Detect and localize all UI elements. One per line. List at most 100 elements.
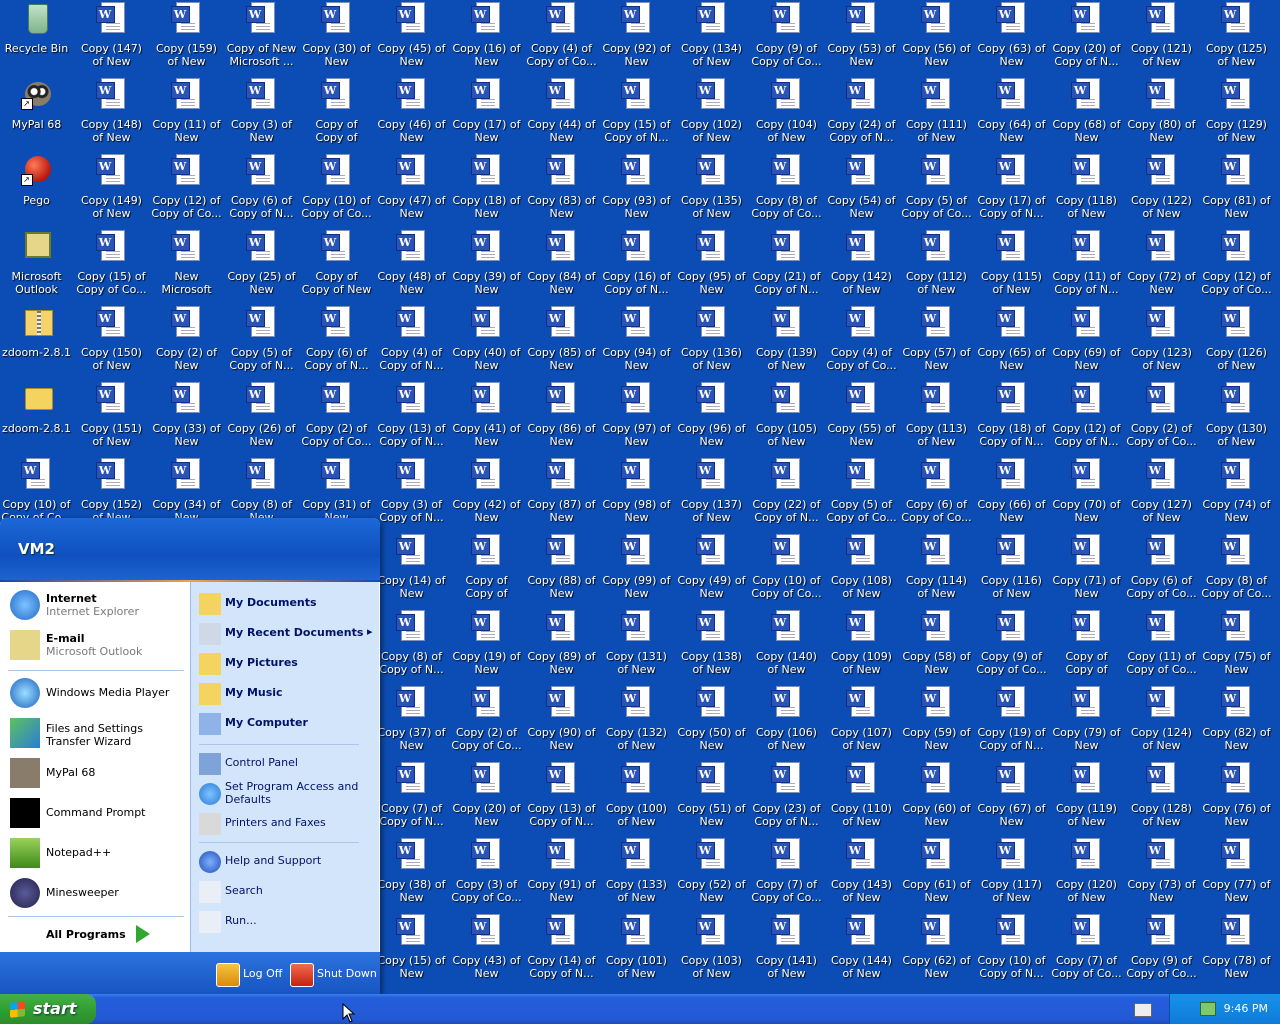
desktop-doc-icon[interactable]: W Copy (87) of New Micros...	[524, 456, 599, 532]
desktop-doc-icon[interactable]: W Copy (108) of New Micros...	[824, 532, 899, 608]
desktop-doc-icon[interactable]: W Copy (6) of Copy of N...	[224, 152, 299, 228]
desktop-doc-icon[interactable]: W Copy (70) of New Micros...	[1049, 456, 1124, 532]
desktop-doc-icon[interactable]: W Copy (19) of New Micros...	[449, 608, 524, 684]
desktop-doc-icon[interactable]: W Copy (49) of New Micros...	[674, 532, 749, 608]
desktop-doc-icon[interactable]: W Copy of New Microsoft ...	[224, 0, 299, 76]
desktop-doc-icon[interactable]: W Copy (125) of New Micros...	[1199, 0, 1274, 76]
start-place-search[interactable]: Search	[197, 880, 377, 904]
desktop-doc-icon[interactable]: W Copy (149) of New Micros...	[74, 152, 149, 228]
desktop-doc-icon[interactable]: W Copy of Copy of Copy of ...	[1049, 608, 1124, 684]
desktop-doc-icon[interactable]: W Copy (12) of Copy of Co...	[1199, 228, 1274, 304]
desktop-doc-icon[interactable]: W Copy (5) of Copy of N...	[224, 304, 299, 380]
desktop-doc-icon[interactable]: W Copy (151) of New Micros...	[74, 380, 149, 456]
desktop-doc-icon[interactable]: W Copy (147) of New Micros...	[74, 0, 149, 76]
desktop-doc-icon[interactable]: W Copy (54) of New Micros...	[824, 152, 899, 228]
desktop-doc-icon[interactable]: W Copy (45) of New Micros...	[374, 0, 449, 76]
start-item-notepad-[interactable]: Notepad++	[8, 836, 188, 872]
desktop-doc-icon[interactable]: W Copy (3) of Copy of N...	[374, 456, 449, 532]
desktop-shortcut-zip-folder[interactable]: zdoom-2.8.1	[0, 304, 74, 380]
desktop-doc-icon[interactable]: W Copy (40) of New Micros...	[449, 304, 524, 380]
desktop-doc-icon[interactable]: W Copy (4) of Copy of Co...	[824, 304, 899, 380]
desktop-doc-icon[interactable]: W Copy (150) of New Micros...	[74, 304, 149, 380]
desktop-doc-icon[interactable]: W Copy (15) of Copy of Co...	[74, 228, 149, 304]
desktop-doc-icon[interactable]: W Copy (81) of New Micros...	[1199, 152, 1274, 228]
desktop-doc-icon[interactable]: W Copy (2) of Copy of Co...	[299, 380, 374, 456]
desktop-doc-icon[interactable]: W Copy (111) of New Micros...	[899, 76, 974, 152]
desktop-doc-icon[interactable]: W Copy (123) of New Micros...	[1124, 304, 1199, 380]
desktop-doc-icon[interactable]: W Copy (48) of New Micros...	[374, 228, 449, 304]
desktop-doc-icon[interactable]: W Copy (53) of New Micros...	[824, 0, 899, 76]
desktop-doc-icon[interactable]: W Copy (63) of New Micros...	[974, 0, 1049, 76]
start-item-minesweeper[interactable]: Minesweeper	[8, 876, 188, 912]
start-item-e-mail[interactable]: E-mail Microsoft Outlook	[8, 628, 188, 664]
desktop-doc-icon[interactable]: W Copy (6) of Copy of N...	[299, 304, 374, 380]
desktop-shortcut-mypal[interactable]: ↗ MyPal 68	[0, 76, 74, 152]
desktop-shortcut-folder[interactable]: zdoom-2.8.1	[0, 380, 74, 456]
desktop-doc-icon[interactable]: W Copy (58) of New Micros...	[899, 608, 974, 684]
desktop-doc-icon[interactable]: W Copy (107) of New Micros...	[824, 684, 899, 760]
desktop-doc-icon[interactable]: W Copy (73) of New Micros...	[1124, 836, 1199, 912]
start-place-run[interactable]: Run...	[197, 910, 377, 934]
desktop-doc-icon[interactable]: W Copy (116) of New Micros...	[974, 532, 1049, 608]
desktop-doc-icon[interactable]: W Copy (17) of Copy of N...	[974, 152, 1049, 228]
desktop-doc-icon[interactable]: W Copy (25) of New Micros...	[224, 228, 299, 304]
desktop-doc-icon[interactable]: W Copy (64) of New Micros...	[974, 76, 1049, 152]
start-item-mypal-68[interactable]: MyPal 68	[8, 756, 188, 792]
desktop-doc-icon[interactable]: W Copy (67) of New Micros...	[974, 760, 1049, 836]
desktop-doc-icon[interactable]: W Copy (132) of New Micros...	[599, 684, 674, 760]
desktop-doc-icon[interactable]: W Copy (17) of New Micros...	[449, 76, 524, 152]
desktop-doc-icon[interactable]: W Copy (68) of New Micros...	[1049, 76, 1124, 152]
desktop-doc-icon[interactable]: W Copy (43) of New Micros...	[449, 912, 524, 988]
start-place-printers-and-faxes[interactable]: Printers and Faxes	[197, 812, 377, 836]
desktop-doc-icon[interactable]: W Copy (88) of New Micros...	[524, 532, 599, 608]
desktop-doc-icon[interactable]: W Copy (23) of Copy of N...	[749, 760, 824, 836]
desktop-doc-icon[interactable]: W Copy (20) of Copy of N...	[1049, 0, 1124, 76]
desktop-doc-icon[interactable]: W Copy (24) of Copy of N...	[824, 76, 899, 152]
desktop-doc-icon[interactable]: W Copy (9) of Copy of Co...	[974, 608, 1049, 684]
desktop-doc-icon[interactable]: W Copy (127) of New Micros...	[1124, 456, 1199, 532]
desktop-doc-icon[interactable]: W Copy (72) of New Micros...	[1124, 228, 1199, 304]
desktop-shortcut-recycle-bin[interactable]: Recycle Bin	[0, 0, 74, 76]
desktop-doc-icon[interactable]: W Copy (103) of New Micros...	[674, 912, 749, 988]
desktop-doc-icon[interactable]: W Copy (120) of New Micros...	[1049, 836, 1124, 912]
start-button[interactable]: start	[0, 994, 96, 1024]
desktop-doc-icon[interactable]: W Copy (122) of New Micros...	[1124, 152, 1199, 228]
desktop-doc-icon[interactable]: W Copy (13) of Copy of N...	[374, 380, 449, 456]
desktop-doc-icon[interactable]: W Copy (2) of New Micros...	[149, 304, 224, 380]
desktop-doc-icon[interactable]: W Copy (113) of New Micros...	[899, 380, 974, 456]
desktop-doc-icon[interactable]: W Copy (78) of New Micros...	[1199, 912, 1274, 988]
desktop-doc-icon[interactable]: W Copy (5) of Copy of Co...	[824, 456, 899, 532]
desktop-doc-icon[interactable]: W Copy (62) of New Micros...	[899, 912, 974, 988]
desktop-doc-icon[interactable]: W Copy (126) of New Micros...	[1199, 304, 1274, 380]
desktop-doc-icon[interactable]: W Copy (55) of New Micros...	[824, 380, 899, 456]
desktop-doc-icon[interactable]: W Copy (10) of Copy of Co...	[749, 532, 824, 608]
desktop-doc-icon[interactable]: W Copy (6) of Copy of Co...	[1124, 532, 1199, 608]
desktop-doc-icon[interactable]: W Copy (38) of New Micros...	[374, 836, 449, 912]
desktop-doc-icon[interactable]: W Copy (106) of New Micros...	[749, 684, 824, 760]
desktop-doc-icon[interactable]: W Copy (22) of Copy of N...	[749, 456, 824, 532]
desktop-doc-icon[interactable]: W Copy (124) of New Micros...	[1124, 684, 1199, 760]
desktop-doc-icon[interactable]: W Copy (80) of New Micros...	[1124, 76, 1199, 152]
desktop-doc-icon[interactable]: W Copy (15) of Copy of N...	[599, 76, 674, 152]
desktop-doc-icon[interactable]: W Copy (12) of Copy of N...	[1049, 380, 1124, 456]
desktop-doc-icon[interactable]: W Copy (3) of New Micros...	[224, 76, 299, 152]
desktop-doc-icon[interactable]: W Copy (20) of New Micros...	[449, 760, 524, 836]
desktop-doc-icon[interactable]: W Copy (121) of New Micros...	[1124, 0, 1199, 76]
desktop-doc-icon[interactable]: W Copy (16) of New Micros...	[449, 0, 524, 76]
desktop-doc-icon[interactable]: W Copy (57) of New Micros...	[899, 304, 974, 380]
desktop-doc-icon[interactable]: W Copy (96) of New Micros...	[674, 380, 749, 456]
desktop-doc-icon[interactable]: W Copy (90) of New Micros...	[524, 684, 599, 760]
desktop-doc-icon[interactable]: W Copy (71) of New Micros...	[1049, 532, 1124, 608]
start-item-windows-media-player[interactable]: Windows Media Player	[8, 676, 188, 712]
desktop-doc-icon[interactable]: W Copy (59) of New Micros...	[899, 684, 974, 760]
desktop-doc-icon[interactable]: W Copy of Copy of Copy of ...	[299, 76, 374, 152]
desktop-doc-icon[interactable]: W Copy (61) of New Micros...	[899, 836, 974, 912]
desktop-doc-icon[interactable]: W Copy of Copy of New Mic...	[299, 228, 374, 304]
desktop-doc-icon[interactable]: W Copy (33) of New Micros...	[149, 380, 224, 456]
desktop-doc-icon[interactable]: W Copy (10) of Copy of Co...	[299, 152, 374, 228]
desktop-doc-icon[interactable]: W Copy (65) of New Micros...	[974, 304, 1049, 380]
desktop-doc-icon[interactable]: W Copy (79) of New Micros...	[1049, 684, 1124, 760]
shut-down-button[interactable]: Shut Down	[290, 962, 377, 987]
all-programs-button[interactable]: All Programs	[8, 922, 188, 948]
desktop-doc-icon[interactable]: W Copy (139) of New Micros...	[749, 304, 824, 380]
